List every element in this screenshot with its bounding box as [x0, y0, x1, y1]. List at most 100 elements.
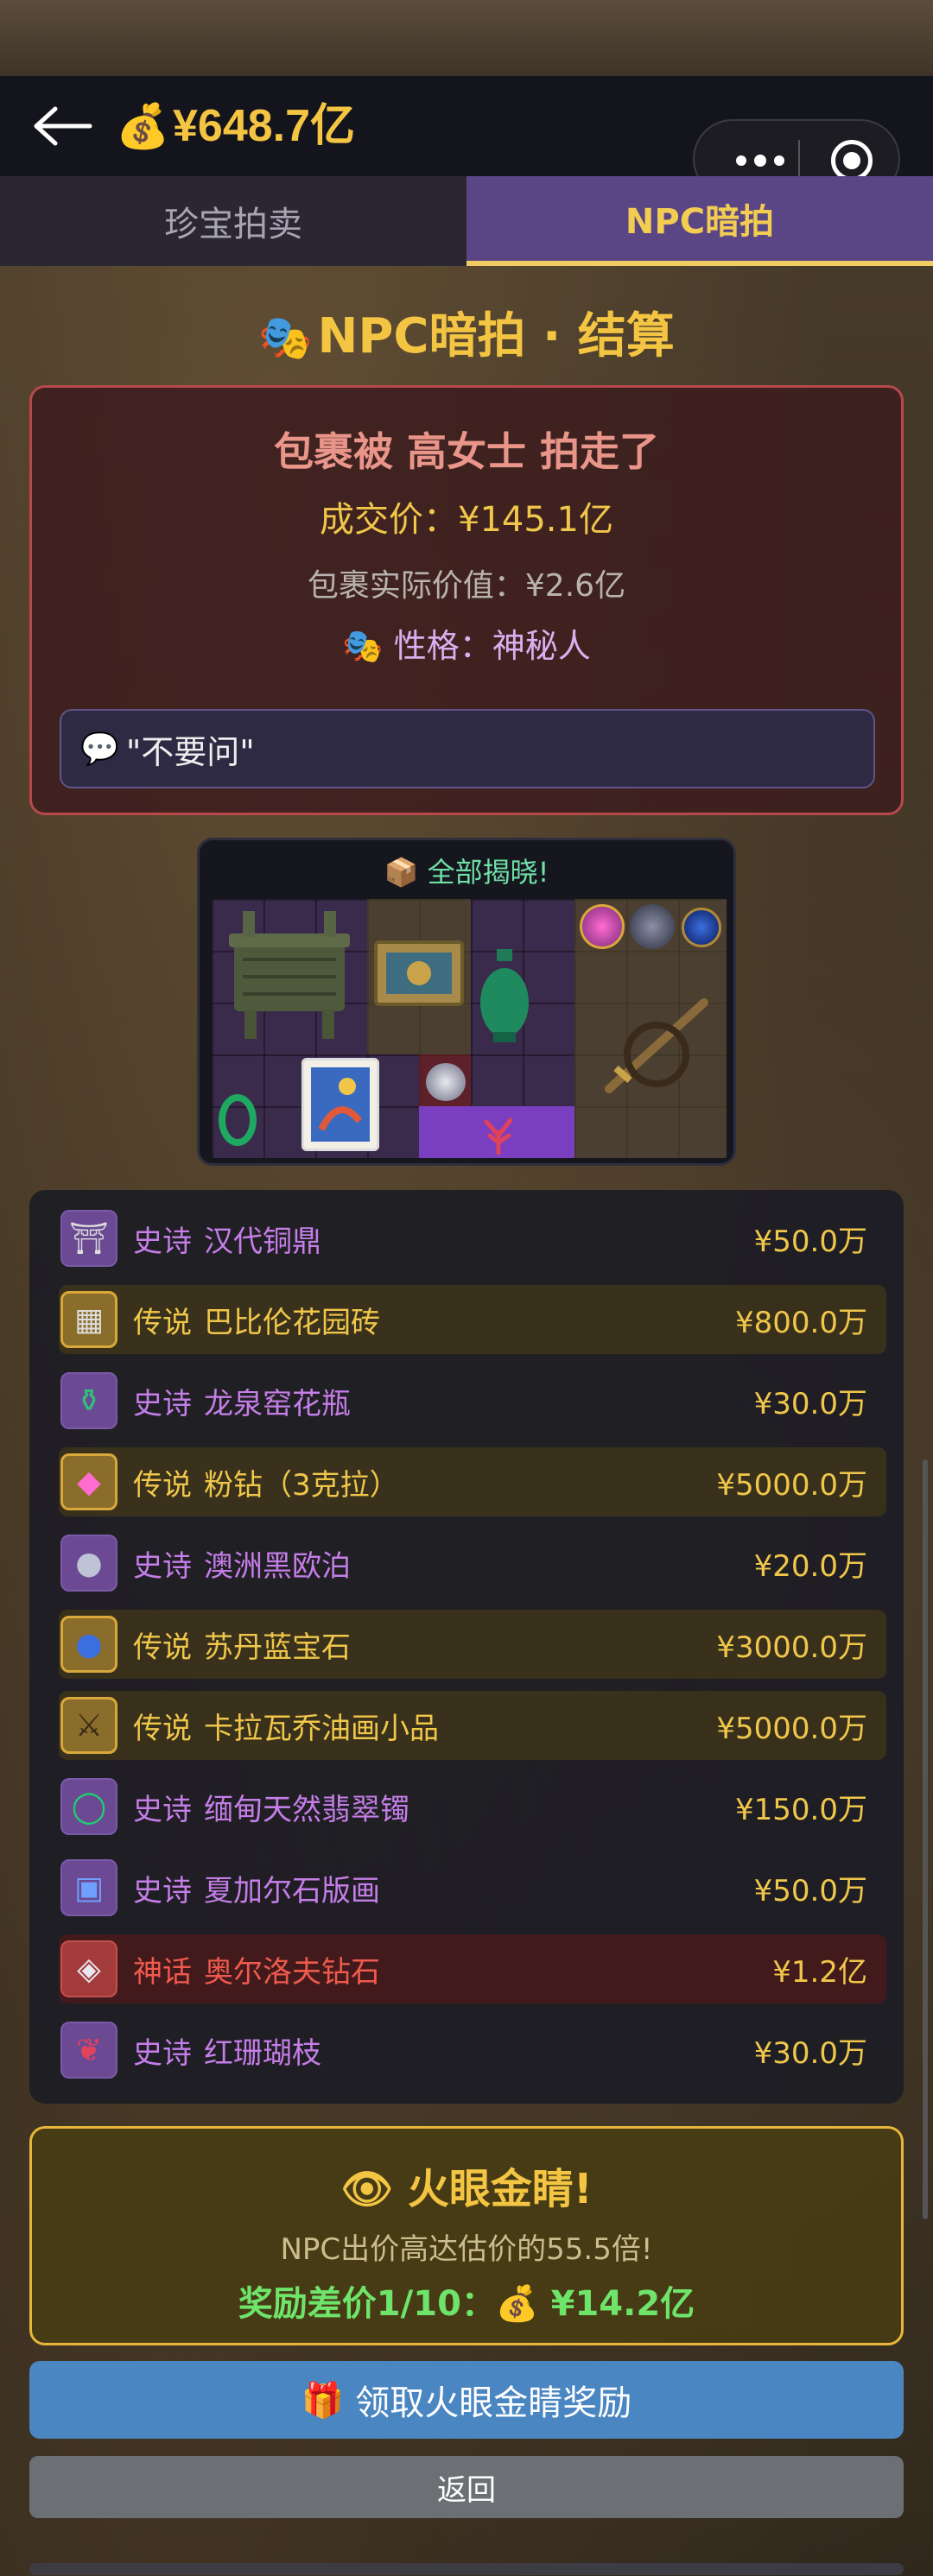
chagall-lithograph-icon	[301, 1058, 379, 1151]
sharp-eye-reward-card: 👁 火眼金睛! NPC出价高达估价的55.5倍! 奖励差价1/10：💰 ¥14.…	[29, 2126, 904, 2345]
orlov-diamond-icon: ◈	[60, 1940, 117, 1997]
list-item[interactable]: ◯ 史诗 缅甸天然翡翠镯 ¥150.0万	[59, 1772, 886, 1841]
reward-title: 👁 火眼金睛!	[340, 2165, 593, 2213]
list-item[interactable]: ▦ 传说 巴比伦花园砖 ¥800.0万	[59, 1285, 886, 1354]
item-name: 奥尔洛夫钻石	[204, 1954, 380, 1990]
item-name: 红珊瑚枝	[204, 2035, 321, 2071]
celadon-vase-icon	[478, 949, 531, 1044]
settlement-card: 包裹被 高女士 拍走了 成交价：¥145.1亿 包裹实际价值：¥2.6亿 🎭 性…	[29, 385, 904, 815]
deal-price: 成交价：¥145.1亿	[320, 500, 613, 540]
rarity-label: 传说	[133, 1467, 192, 1503]
item-price: ¥5000.0万	[716, 1711, 867, 1746]
rarity-label: 史诗	[133, 1548, 192, 1584]
status-bar-area	[0, 0, 933, 76]
list-item[interactable]: ◆ 传说 粉钻（3克拉） ¥5000.0万	[59, 1447, 886, 1516]
theater-masks-icon: 🎭	[258, 313, 313, 363]
bronze-ding-icon: ⛩	[60, 1210, 117, 1267]
item-price: ¥1.2亿	[772, 1954, 867, 1990]
item-name: 粉钻（3克拉）	[204, 1467, 399, 1503]
item-price: ¥50.0万	[753, 1224, 867, 1259]
rarity-label: 传说	[133, 1305, 192, 1340]
jade-bangle-icon	[219, 1094, 257, 1146]
winner-headline: 包裹被 高女士 拍走了	[273, 428, 660, 475]
rarity-label: 史诗	[133, 1386, 192, 1421]
page-title: 🎭 NPC暗拍 · 结算	[258, 308, 675, 364]
rarity-label: 史诗	[133, 1792, 192, 1827]
sapphire-icon: ●	[60, 1616, 117, 1673]
item-price: ¥20.0万	[753, 1548, 867, 1584]
list-item[interactable]: ⚱ 史诗 龙泉窑花瓶 ¥30.0万	[59, 1366, 886, 1435]
inventory-grid	[212, 899, 727, 1158]
rarity-label: 传说	[133, 1711, 192, 1746]
red-coral-icon	[476, 1110, 521, 1155]
item-price: ¥800.0万	[735, 1305, 867, 1340]
actual-value: 包裹实际价值：¥2.6亿	[307, 568, 626, 604]
item-name: 龙泉窑花瓶	[204, 1386, 351, 1421]
rarity-label: 传说	[133, 1630, 192, 1665]
list-item[interactable]: ▣ 史诗 夏加尔石版画 ¥50.0万	[59, 1853, 886, 1922]
speech-bubble-icon: 💬	[80, 731, 119, 767]
list-item[interactable]: ⛩ 史诗 汉代铜鼎 ¥50.0万	[59, 1204, 886, 1273]
npc-quote: 💬 "不要问"	[60, 709, 875, 788]
rarity-label: 史诗	[133, 2035, 192, 2071]
bottom-edge-bar	[29, 2563, 904, 2575]
list-item[interactable]: ● 史诗 澳洲黑欧泊 ¥20.0万	[59, 1529, 886, 1598]
npc-personality: 🎭 性格：神秘人	[342, 627, 591, 665]
scrollbar[interactable]	[923, 1459, 928, 2219]
item-list: ⛩ 史诗 汉代铜鼎 ¥50.0万 ▦ 传说 巴比伦花园砖 ¥800.0万 ⚱ 史…	[29, 1190, 904, 2104]
reveal-title: 📦 全部揭晓!	[384, 856, 549, 889]
tab-treasure-auction[interactable]: 珍宝拍卖	[0, 176, 466, 266]
rarity-label: 神话	[133, 1954, 192, 1990]
money-bag-icon: 💰	[116, 101, 170, 151]
list-item[interactable]: ⚔ 传说 卡拉瓦乔油画小品 ¥5000.0万	[59, 1691, 886, 1760]
reward-bonus: 奖励差价1/10：💰 ¥14.2亿	[238, 2284, 695, 2324]
close-target-icon[interactable]	[831, 140, 873, 181]
item-price: ¥30.0万	[753, 1386, 867, 1421]
claim-reward-button[interactable]: 🎁 领取火眼金睛奖励	[29, 2361, 904, 2439]
tab-npc-blind-auction[interactable]: NPC暗拍	[466, 176, 933, 266]
babylon-brick-icon: ▦	[60, 1291, 117, 1348]
item-name: 苏丹蓝宝石	[204, 1630, 351, 1665]
eye-icon: 👁	[340, 2165, 394, 2213]
item-name: 巴比伦花园砖	[204, 1305, 380, 1340]
jade-bangle-icon: ◯	[60, 1778, 117, 1835]
item-price: ¥3000.0万	[716, 1630, 867, 1665]
chagall-lithograph-icon: ▣	[60, 1859, 117, 1916]
item-name: 汉代铜鼎	[204, 1224, 321, 1259]
celadon-vase-icon: ⚱	[60, 1372, 117, 1429]
item-name: 夏加尔石版画	[204, 1873, 380, 1908]
rarity-label: 史诗	[133, 1873, 192, 1908]
pink-diamond-icon	[580, 904, 625, 949]
caravaggio-painting-icon	[592, 985, 721, 1106]
gift-icon: 🎁	[301, 2380, 345, 2421]
black-opal-icon: ●	[60, 1535, 117, 1592]
balance-amount: ¥648.7亿	[173, 101, 356, 151]
theater-masks-icon: 🎭	[342, 627, 384, 665]
tab-bar: 珍宝拍卖 NPC暗拍	[0, 176, 933, 266]
item-price: ¥5000.0万	[716, 1467, 867, 1503]
back-button[interactable]: 返回	[29, 2456, 904, 2518]
black-opal-icon	[630, 904, 675, 949]
item-price: ¥150.0万	[735, 1792, 867, 1827]
pink-diamond-icon: ◆	[60, 1453, 117, 1510]
back-arrow-icon[interactable]	[29, 102, 95, 150]
list-item[interactable]: ◈ 神话 奥尔洛夫钻石 ¥1.2亿	[59, 1934, 886, 2003]
reveal-panel: 📦 全部揭晓!	[197, 838, 736, 1166]
item-name: 澳洲黑欧泊	[204, 1548, 351, 1584]
item-price: ¥50.0万	[753, 1873, 867, 1908]
list-item[interactable]: ● 传说 苏丹蓝宝石 ¥3000.0万	[59, 1610, 886, 1679]
bronze-ding-icon	[217, 908, 362, 1046]
caravaggio-painting-icon: ⚔	[60, 1697, 117, 1754]
list-item[interactable]: ❦ 史诗 红珊瑚枝 ¥30.0万	[59, 2016, 886, 2085]
item-name: 卡拉瓦乔油画小品	[204, 1711, 439, 1746]
reward-subtitle: NPC出价高达估价的55.5倍!	[280, 2232, 653, 2267]
orlov-diamond-icon	[426, 1063, 466, 1101]
babylon-brick-icon	[374, 940, 464, 1006]
sapphire-icon	[682, 908, 721, 947]
package-icon: 📦	[384, 856, 419, 889]
top-bar: 💰 ¥648.7亿	[0, 76, 933, 199]
item-name: 缅甸天然翡翠镯	[204, 1792, 409, 1827]
item-price: ¥30.0万	[753, 2035, 867, 2071]
red-coral-icon: ❦	[60, 2022, 117, 2079]
rarity-label: 史诗	[133, 1224, 192, 1259]
